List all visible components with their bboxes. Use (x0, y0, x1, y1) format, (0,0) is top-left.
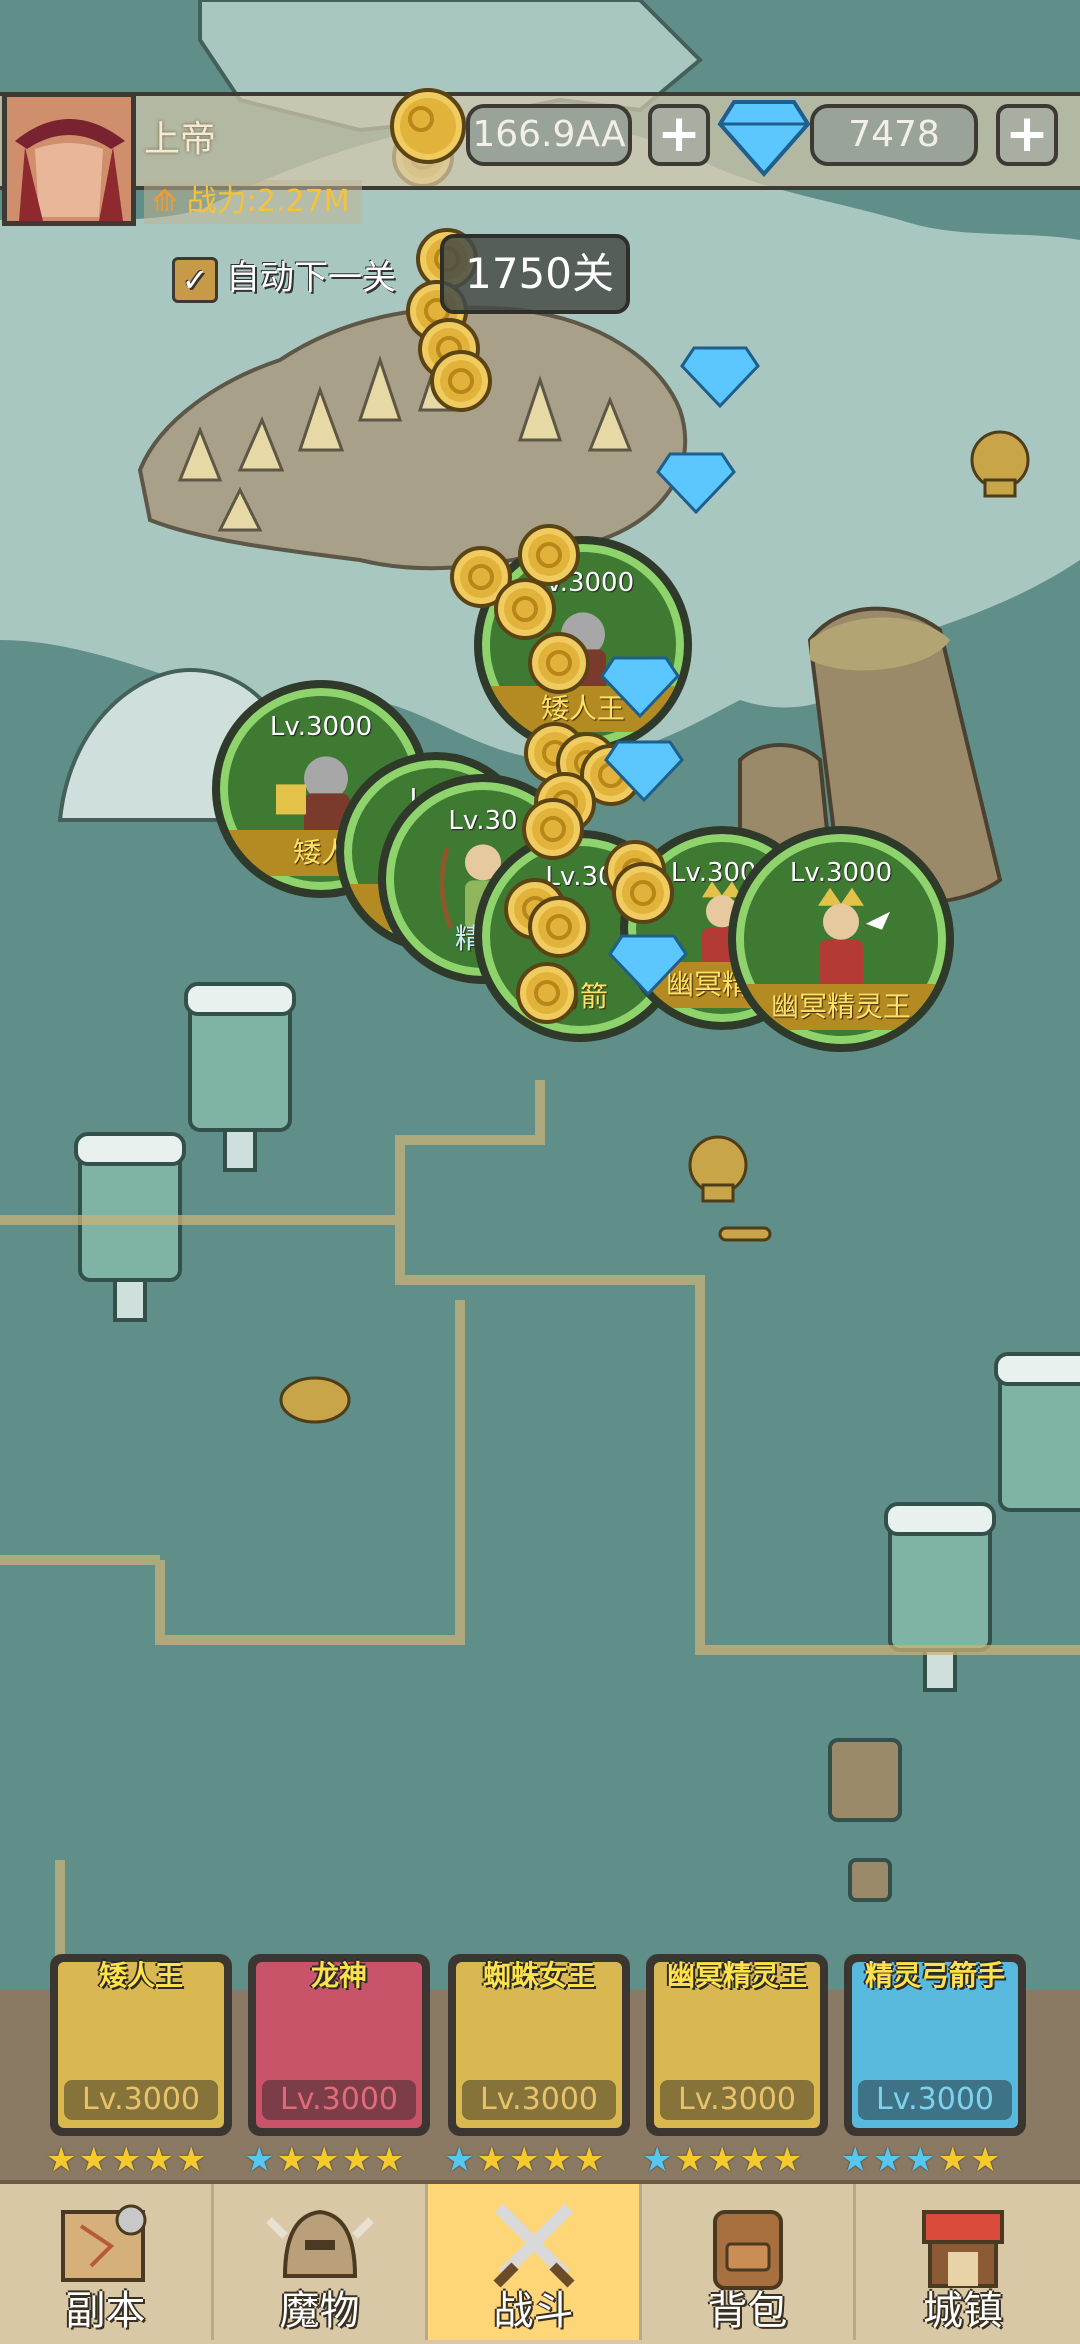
game-scene: Lv.3000 矮人王 Lv.3000 矮人 Lv.3 Lv.30 精灵 Lv.… (0, 0, 1080, 2344)
star-icon: ★ (872, 2140, 905, 2180)
nav-label: 背包 (707, 2288, 788, 2334)
star-icon: ★ (373, 2140, 407, 2180)
star-icon: ★ (969, 2140, 1003, 2180)
hero-card[interactable]: 精灵弓箭手 Lv.3000 (844, 1954, 1026, 2136)
nav-battle[interactable]: 战斗 (428, 2184, 642, 2340)
hero-card[interactable]: 矮人王 Lv.3000 (50, 1954, 232, 2136)
star-icon: ★ (771, 2140, 805, 2180)
gold-amount: 166.9AA (466, 104, 632, 166)
star-icon: ★ (541, 2140, 574, 2180)
nav-monsters[interactable]: 魔物 (214, 2184, 428, 2340)
star-icon: ★ (308, 2140, 342, 2180)
diamond-icon[interactable] (656, 452, 736, 514)
nav-dungeon[interactable]: 副本 (0, 2184, 214, 2340)
star-icon: ★ (341, 2140, 374, 2180)
nav-backpack[interactable]: 背包 (642, 2184, 856, 2340)
star-icon: ★ (706, 2140, 740, 2180)
hero-level: Lv.3000 (64, 2080, 218, 2120)
star-icon: ★ (904, 2140, 938, 2180)
player-portrait-icon (7, 97, 131, 221)
hero-card[interactable]: 蜘蛛女王 Lv.3000 (448, 1954, 630, 2136)
coin-icon[interactable] (494, 578, 556, 640)
stage-number: 1750关 (440, 234, 630, 314)
hero-star-rating: ★★★★★ (46, 2140, 208, 2180)
add-gems-button[interactable]: + (996, 104, 1058, 166)
add-gold-button[interactable]: + (648, 104, 710, 166)
diamond-icon[interactable] (608, 934, 688, 996)
hero-name: 矮人王 (98, 1959, 183, 1992)
coin-icon[interactable] (430, 350, 492, 412)
star-icon: ★ (78, 2140, 111, 2180)
hero-name: 幽冥精灵王 (666, 1959, 807, 1992)
hero-level: Lv.3000 (660, 2080, 814, 2120)
hero-card[interactable]: 幽冥精灵王 Lv.3000 (646, 1954, 828, 2136)
star-icon: ★ (110, 2140, 144, 2180)
power-value: 战力:2.27M (186, 184, 350, 219)
star-icon: ★ (642, 2140, 675, 2180)
checkbox-checked-icon[interactable]: ✓ (172, 256, 218, 303)
diamond-currency-icon (717, 100, 811, 178)
coin-icon[interactable] (516, 962, 578, 1024)
coin-icon[interactable] (528, 632, 590, 694)
power-icon: ⟰ (152, 184, 178, 219)
star-icon: ★ (175, 2140, 209, 2180)
coin-icon[interactable] (522, 798, 584, 860)
star-icon: ★ (573, 2140, 607, 2180)
combat-power: ⟰ 战力:2.27M (144, 180, 362, 224)
unit-name: 幽冥精灵王 (736, 984, 946, 1030)
nav-town[interactable]: 城镇 (856, 2184, 1070, 2340)
hero-card[interactable]: 龙神 Lv.3000 (248, 1954, 430, 2136)
coin-icon[interactable] (612, 862, 674, 924)
gem-amount: 7478 (810, 104, 978, 166)
star-icon: ★ (444, 2140, 477, 2180)
hero-name: 精灵弓箭手 (864, 1959, 1005, 1992)
nav-label: 城镇 (923, 2288, 1003, 2334)
star-icon: ★ (476, 2140, 509, 2180)
hero-name: 蜘蛛女王 (482, 1959, 595, 1992)
nav-label: 战斗 (493, 2288, 574, 2334)
star-icon: ★ (244, 2140, 277, 2180)
gold-coin-icon (390, 88, 466, 164)
star-icon: ★ (739, 2140, 772, 2180)
hero-star-rating: ★★★★★ (444, 2140, 606, 2180)
hero-level: Lv.3000 (262, 2080, 416, 2120)
nav-label: 副本 (65, 2288, 146, 2334)
diamond-icon[interactable] (600, 656, 680, 718)
diamond-icon[interactable] (680, 346, 760, 408)
player-name: 上帝 (144, 119, 217, 160)
star-icon: ★ (46, 2140, 79, 2180)
star-icon: ★ (937, 2140, 970, 2180)
diamond-icon[interactable] (604, 740, 684, 802)
star-icon: ★ (840, 2140, 873, 2180)
hero-star-rating: ★★★★★ (840, 2140, 1002, 2180)
coin-icon[interactable] (518, 524, 580, 586)
hero-level: Lv.3000 (858, 2080, 1012, 2120)
hero-level: Lv.3000 (462, 2080, 616, 2120)
hero-star-rating: ★★★★★ (244, 2140, 406, 2180)
coin-icon[interactable] (528, 896, 590, 958)
nav-label: 魔物 (279, 2288, 360, 2334)
hero-name: 龙神 (310, 1959, 367, 1992)
star-icon: ★ (276, 2140, 309, 2180)
hero-star-rating: ★★★★★ (642, 2140, 804, 2180)
star-icon: ★ (143, 2140, 176, 2180)
star-icon: ★ (674, 2140, 707, 2180)
player-avatar[interactable] (2, 92, 136, 226)
auto-next-toggle[interactable]: ✓ 自动下一关 (172, 250, 396, 303)
battle-unit-nether-elf-king[interactable]: Lv.3000 幽冥精灵王 (728, 826, 954, 1052)
auto-next-label: 自动下一关 (226, 258, 396, 298)
star-icon: ★ (508, 2140, 542, 2180)
